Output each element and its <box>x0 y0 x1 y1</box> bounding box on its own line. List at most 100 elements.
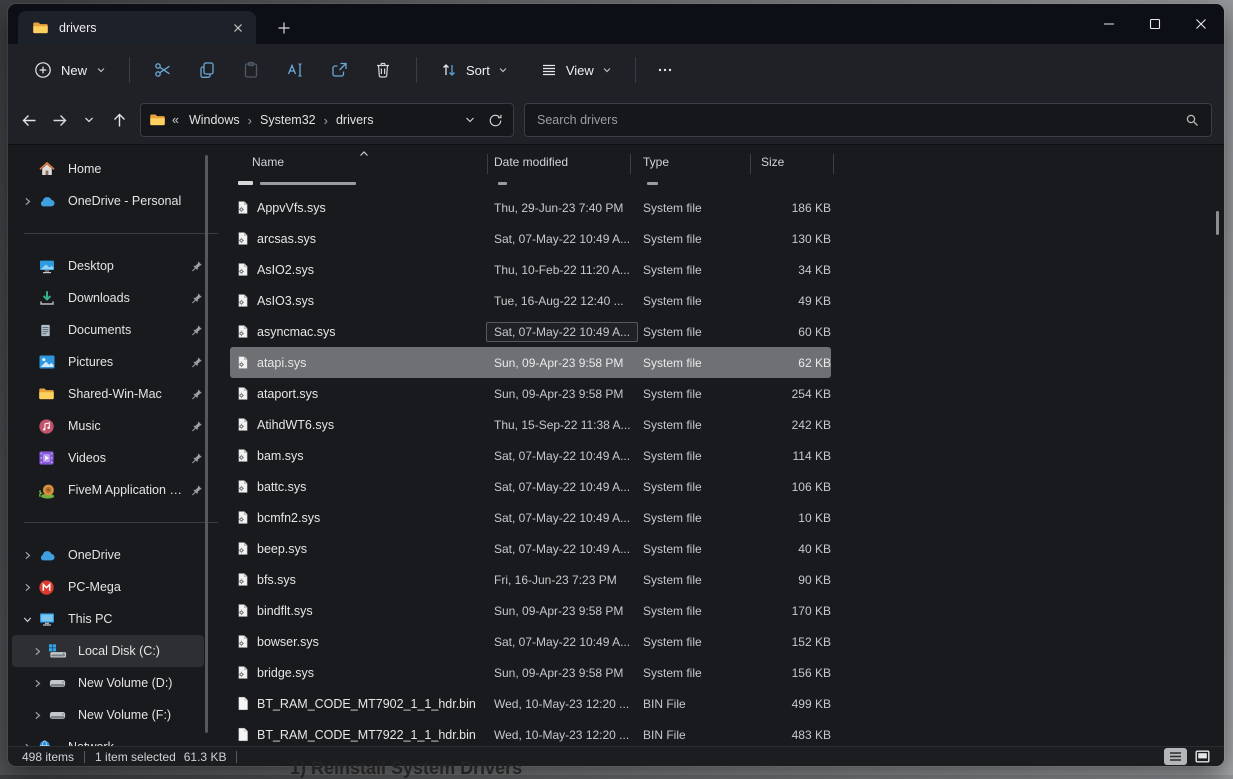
chevron-right-icon[interactable] <box>20 550 34 561</box>
chevron-right-icon[interactable] <box>30 710 44 721</box>
copy-button[interactable] <box>185 52 229 88</box>
address-row: « Windows›System32›drivers Search driver… <box>8 96 1224 145</box>
sidebar-item-onedrive[interactable]: OneDrive <box>12 539 204 571</box>
column-header-date-modified[interactable]: Date modified <box>494 155 568 169</box>
file-row[interactable]: AppvVfs.sysThu, 29-Jun-23 7:40 PMSystem … <box>230 192 831 223</box>
sidebar-item-videos[interactable]: Videos <box>12 442 204 474</box>
paste-button[interactable] <box>229 52 273 88</box>
sys-file-icon <box>236 347 252 378</box>
file-row[interactable]: AtihdWT6.sysThu, 15-Sep-22 11:38 A...Sys… <box>230 409 831 440</box>
file-row[interactable]: AsIO2.sysThu, 10-Feb-22 11:20 A...System… <box>230 254 831 285</box>
breadcrumb-overflow[interactable]: « <box>166 113 183 127</box>
refresh-icon[interactable] <box>488 113 503 128</box>
sidebar-item-new-volume-f[interactable]: New Volume (F:) <box>12 699 204 731</box>
chevron-right-icon[interactable] <box>20 582 34 593</box>
new-button[interactable]: New <box>22 52 118 88</box>
sidebar-item-pictures[interactable]: Pictures <box>12 346 204 378</box>
chevron-right-icon[interactable] <box>20 196 34 207</box>
file-row[interactable]: bindflt.sysSun, 09-Apr-23 9:58 PMSystem … <box>230 595 831 626</box>
file-type: BIN File <box>643 688 686 719</box>
sort-button[interactable]: Sort <box>428 52 520 88</box>
back-button[interactable] <box>14 105 44 135</box>
selection-count: 1 item selected <box>95 750 176 764</box>
delete-button[interactable] <box>361 52 405 88</box>
address-dropdown-icon[interactable] <box>464 114 476 126</box>
sidebar-item-desktop[interactable]: Desktop <box>12 250 204 282</box>
column-header-type[interactable]: Type <box>643 155 669 169</box>
file-row[interactable]: asyncmac.sysSat, 07-May-22 10:49 A...Sys… <box>230 316 831 347</box>
search-placeholder: Search drivers <box>537 113 1185 127</box>
sys-file-icon <box>236 316 252 347</box>
minimize-button[interactable] <box>1086 4 1132 44</box>
rename-button[interactable] <box>273 52 317 88</box>
chevron-down-icon <box>498 65 508 75</box>
file-row[interactable]: bridge.sysSun, 09-Apr-23 9:58 PMSystem f… <box>230 657 831 688</box>
toolbar-divider <box>635 57 636 83</box>
sidebar-item-pc-mega[interactable]: PC-Mega <box>12 571 204 603</box>
file-row[interactable]: battc.sysSat, 07-May-22 10:49 A...System… <box>230 471 831 502</box>
tab-drivers[interactable]: drivers <box>18 11 256 44</box>
column-header-size[interactable]: Size <box>761 155 784 169</box>
close-button[interactable] <box>1178 4 1224 44</box>
desktop-icon <box>38 257 58 275</box>
column-divider[interactable] <box>487 154 488 174</box>
file-size: 106 KB <box>761 471 831 502</box>
file-row[interactable]: beep.sysSat, 07-May-22 10:49 A...System … <box>230 533 831 564</box>
sidebar-item-shared-win-mac[interactable]: Shared-Win-Mac <box>12 378 204 410</box>
sidebar-item-local-disk-c[interactable]: Local Disk (C:) <box>12 635 204 667</box>
sidebar-item-network[interactable]: Network <box>12 731 204 746</box>
breadcrumb-segment-windows[interactable]: Windows <box>183 110 246 130</box>
column-header-name[interactable]: Name <box>252 155 284 169</box>
sidebar-scrollbar[interactable] <box>205 155 208 733</box>
drive-icon <box>48 707 68 723</box>
sidebar-item-downloads[interactable]: Downloads <box>12 282 204 314</box>
recent-locations-button[interactable] <box>74 105 104 135</box>
more-options-button[interactable] <box>647 52 683 88</box>
sidebar-item-home[interactable]: Home <box>12 153 204 185</box>
chevron-down-icon[interactable] <box>20 614 34 625</box>
column-divider[interactable] <box>750 154 751 174</box>
search-input[interactable]: Search drivers <box>524 103 1212 137</box>
file-row[interactable]: AsIO3.sysTue, 16-Aug-22 12:40 ...System … <box>230 285 831 316</box>
file-row[interactable]: bam.sysSat, 07-May-22 10:49 A...System f… <box>230 440 831 471</box>
sidebar-item-fivem-application-data[interactable]: FiveM Application Data <box>12 474 204 506</box>
file-rows: AppvVfs.sysThu, 29-Jun-23 7:40 PMSystem … <box>230 192 1216 750</box>
share-button[interactable] <box>317 52 361 88</box>
large-icons-view-button[interactable] <box>1191 748 1214 765</box>
column-divider[interactable] <box>833 154 834 174</box>
search-icon[interactable] <box>1185 113 1199 127</box>
breadcrumb-segment-drivers[interactable]: drivers <box>330 110 380 130</box>
sidebar-item-this-pc[interactable]: This PC <box>12 603 204 635</box>
chevron-right-icon[interactable] <box>30 678 44 689</box>
file-row[interactable]: BT_RAM_CODE_MT7902_1_1_hdr.binWed, 10-Ma… <box>230 688 831 719</box>
sidebar-item-new-volume-d[interactable]: New Volume (D:) <box>12 667 204 699</box>
details-view-button[interactable] <box>1164 748 1187 765</box>
cut-button[interactable] <box>141 52 185 88</box>
file-date-modified: Sun, 09-Apr-23 9:58 PM <box>494 595 623 626</box>
file-row[interactable]: atapi.sysSun, 09-Apr-23 9:58 PMSystem fi… <box>230 347 831 378</box>
file-date-modified: Wed, 10-May-23 12:20 ... <box>494 688 629 719</box>
chevron-right-icon[interactable] <box>30 646 44 657</box>
status-divider <box>236 751 237 763</box>
file-date-modified: Sun, 09-Apr-23 9:58 PM <box>494 378 623 409</box>
address-bar[interactable]: « Windows›System32›drivers <box>140 103 514 137</box>
forward-button[interactable] <box>44 105 74 135</box>
file-row[interactable]: bfs.sysFri, 16-Jun-23 7:23 PMSystem file… <box>230 564 831 595</box>
sidebar-item-music[interactable]: Music <box>12 410 204 442</box>
list-scrollbar[interactable] <box>1216 211 1219 235</box>
sys-file-icon <box>236 533 252 564</box>
sidebar-item-documents[interactable]: Documents <box>12 314 204 346</box>
column-divider[interactable] <box>630 154 631 174</box>
breadcrumb-segment-system32[interactable]: System32 <box>254 110 322 130</box>
sidebar-item-onedrive-personal[interactable]: OneDrive - Personal <box>12 185 204 217</box>
file-row[interactable]: ataport.sysSun, 09-Apr-23 9:58 PMSystem … <box>230 378 831 409</box>
file-row[interactable]: bowser.sysSat, 07-May-22 10:49 A...Syste… <box>230 626 831 657</box>
file-row[interactable]: bcmfn2.sysSat, 07-May-22 10:49 A...Syste… <box>230 502 831 533</box>
view-button[interactable]: View <box>528 52 624 88</box>
tab-close-button[interactable] <box>226 16 250 40</box>
sidebar-divider <box>24 233 218 234</box>
up-button[interactable] <box>104 105 134 135</box>
new-tab-button[interactable] <box>272 16 296 40</box>
file-row[interactable]: arcsas.sysSat, 07-May-22 10:49 A...Syste… <box>230 223 831 254</box>
maximize-button[interactable] <box>1132 4 1178 44</box>
